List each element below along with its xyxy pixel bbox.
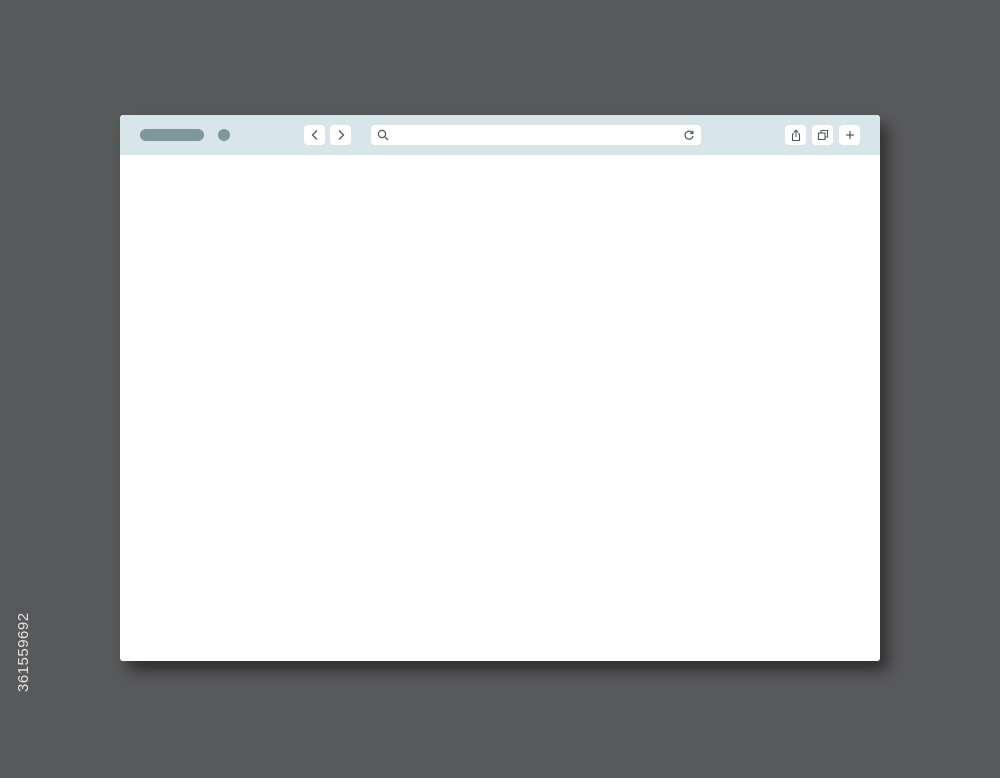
share-button[interactable] [785,125,806,145]
tab-indicator-dot[interactable] [218,129,230,141]
share-icon [791,129,800,141]
page-content-area[interactable] [120,155,880,661]
page-background: { "browser": { "address_bar": { "value":… [0,0,1000,778]
address-bar[interactable] [371,125,701,145]
browser-window [120,115,880,661]
forward-button[interactable] [330,125,351,145]
search-icon [377,129,389,141]
chevron-left-icon [311,130,317,140]
tabs-icon [817,129,828,141]
reload-icon[interactable] [683,129,695,141]
url-input[interactable] [395,127,675,143]
tab-title-placeholder[interactable] [140,129,204,141]
stock-id-text: 361559692 [15,612,32,692]
new-tab-button[interactable] [839,125,860,145]
browser-toolbar [120,115,880,155]
chevron-right-icon [338,130,344,140]
stock-id-label: 361559692 [12,542,32,692]
back-button[interactable] [304,125,325,145]
tabs-button[interactable] [812,125,833,145]
plus-icon [845,131,854,139]
